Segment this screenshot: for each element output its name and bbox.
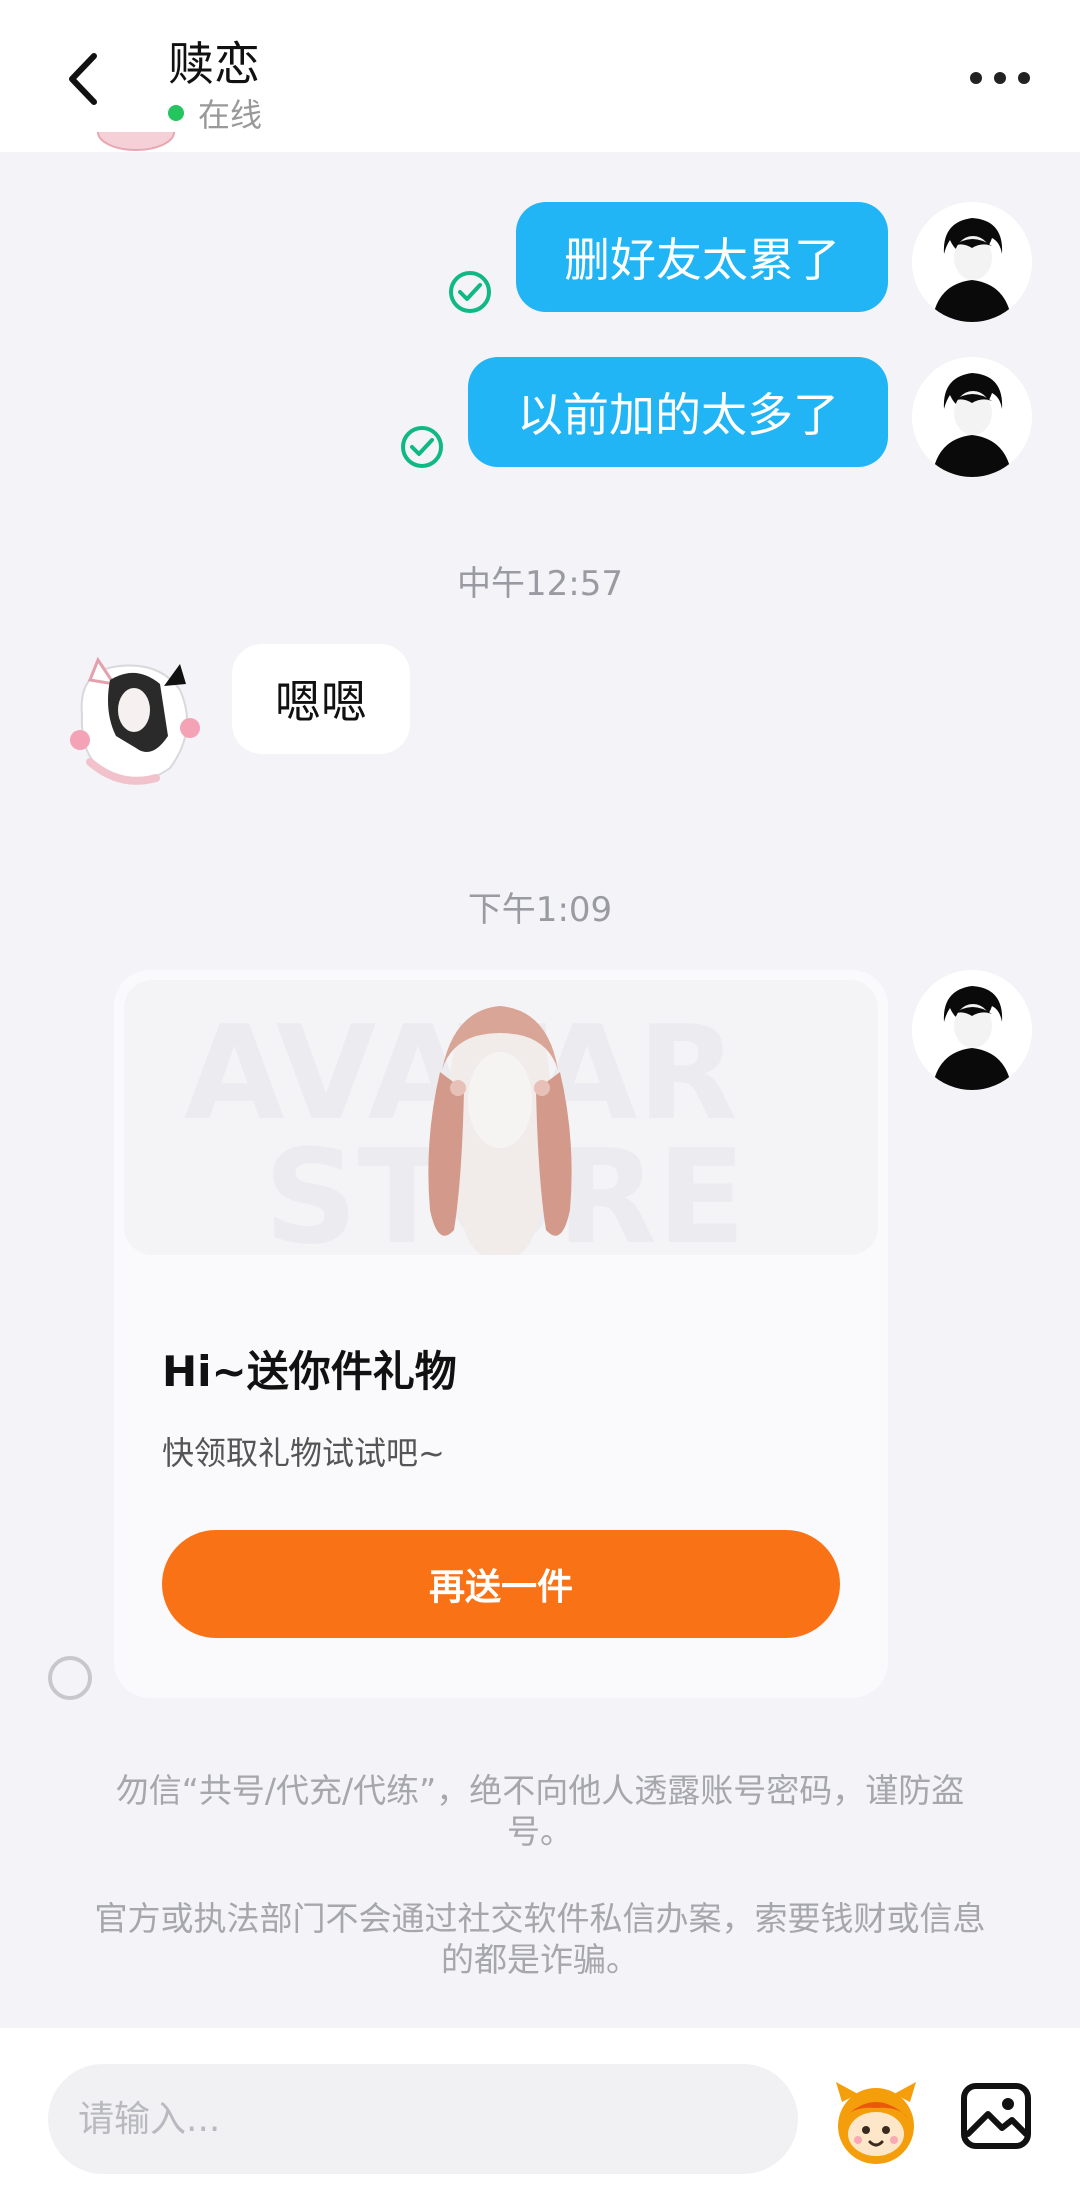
back-button[interactable] [50,44,120,114]
send-another-button[interactable]: 再送一件 [162,1530,840,1638]
contact-avatar[interactable] [60,640,208,788]
more-dots-icon [970,72,982,84]
gift-title: Hi~送你件礼物 [162,1347,457,1396]
input-bar [0,2028,1080,2211]
online-dot-icon [168,105,184,121]
image-icon [961,2083,1031,2149]
chat-screen: 赎恋 在线 删好友太累了 以前加的太多了 中午12:57 嗯嗯 下午1:09 H… [0,0,1080,2211]
mascot-emoji-icon [836,2082,916,2164]
message-bubble-sent[interactable]: 以前加的太多了 [468,357,888,467]
safety-notice: 勿信“共号/代充/代练”，绝不向他人透露账号密码，谨防盗号。 [115,1771,965,1852]
gift-card[interactable]: AVATAR STORE Hi~送你件礼物 快领取礼物试试吧~ 再送一件 [114,970,888,1698]
my-avatar[interactable] [912,202,1032,322]
my-avatar[interactable] [912,357,1032,477]
more-button[interactable] [970,66,1030,90]
image-button[interactable] [956,2076,1036,2156]
message-timestamp: 中午12:57 [457,564,623,604]
contact-name: 赎恋 [168,37,260,91]
my-avatar[interactable] [912,970,1032,1090]
message-input[interactable] [48,2064,798,2174]
gift-subtitle: 快领取礼物试试吧~ [162,1434,445,1472]
safety-notice: 官方或执法部门不会通过社交软件私信办案，索要钱财或信息的都是诈骗。 [94,1899,986,1980]
online-status: 在线 [168,90,262,136]
read-check-icon [448,270,492,314]
emoji-button[interactable] [828,2072,924,2168]
status-text: 在线 [198,96,263,134]
gift-image: AVATAR STORE [124,980,878,1255]
message-timestamp: 下午1:09 [467,890,613,930]
message-bubble-sent[interactable]: 删好友太累了 [516,202,888,312]
chevron-left-icon [69,53,97,105]
previous-avatar-peek [96,132,176,160]
read-check-icon [400,425,444,469]
select-radio[interactable] [48,1656,92,1700]
chat-header: 赎恋 在线 [0,0,1080,152]
message-bubble-received[interactable]: 嗯嗯 [232,644,410,754]
